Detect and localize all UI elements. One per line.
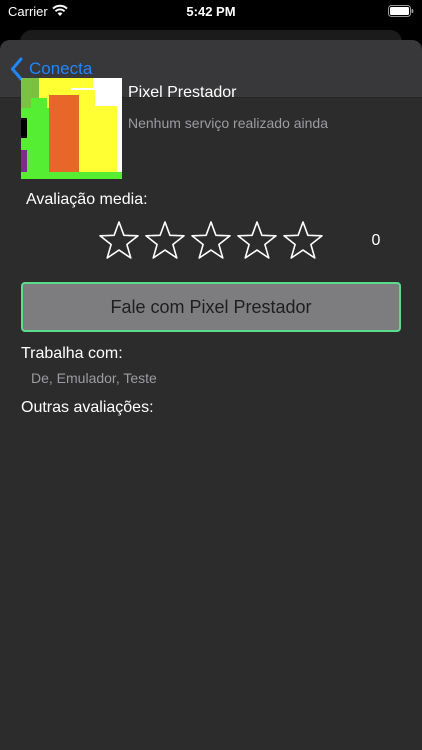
contact-provider-button[interactable]: Fale com Pixel Prestador — [21, 282, 401, 332]
clock: 5:42 PM — [186, 4, 236, 19]
back-label: Conecta — [29, 59, 93, 78]
rating-label: Avaliação media: — [26, 191, 148, 208]
star-outline-icon — [145, 221, 185, 259]
rating-stars — [98, 220, 328, 260]
status-bar: Carrier 5:42 PM — [0, 0, 422, 24]
rating-count: 0 — [371, 232, 381, 249]
provider-name: Pixel Prestador — [128, 84, 237, 101]
service-status-text: Nenhum serviço realizado ainda — [128, 115, 328, 131]
star-outline-icon — [99, 221, 139, 259]
star-outline-icon — [237, 221, 277, 259]
other-reviews-label: Outras avaliações: — [21, 399, 154, 416]
works-with-value: De, Emulador, Teste — [31, 370, 157, 386]
provider-avatar — [21, 78, 122, 179]
works-with-label: Trabalha com: — [21, 345, 123, 362]
battery-icon — [388, 5, 414, 17]
star-outline-icon — [191, 221, 231, 259]
star-outline-icon — [283, 221, 323, 259]
